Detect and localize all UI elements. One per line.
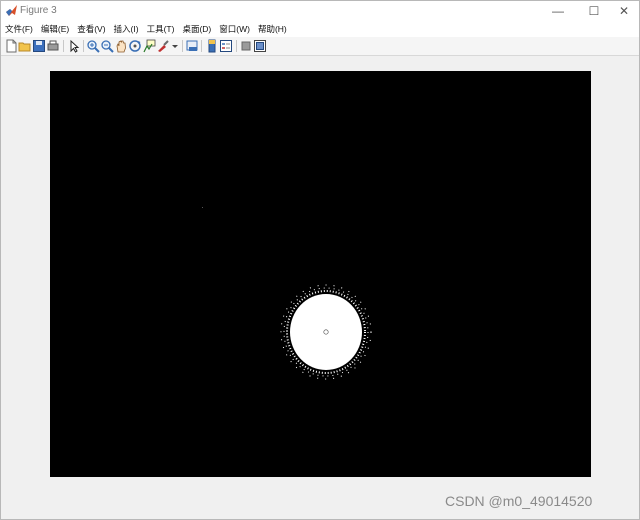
figure-window: Figure 3 — ☐ ✕ 文件(F) 编辑(E) 查看(V) 插入(I) 工…	[0, 0, 640, 520]
minimize-button[interactable]: —	[541, 1, 575, 21]
watermark: CSDN @m0_49014520	[445, 493, 593, 509]
menu-bar: 文件(F) 编辑(E) 查看(V) 插入(I) 工具(T) 桌面(D) 窗口(W…	[1, 21, 639, 37]
close-icon: ✕	[618, 4, 630, 18]
new-figure-icon[interactable]	[4, 39, 18, 53]
menu-edit[interactable]: 编辑(E)	[37, 21, 73, 37]
title-bar[interactable]: Figure 3 — ☐ ✕	[1, 1, 639, 21]
zoom-out-icon[interactable]	[100, 39, 114, 53]
hide-plot-tools-icon[interactable]	[239, 39, 253, 53]
stray-pixel	[202, 207, 203, 208]
pointer-icon[interactable]	[67, 39, 81, 53]
image-axes[interactable]	[50, 71, 591, 477]
menu-help[interactable]: 帮助(H)	[254, 21, 291, 37]
toolbar-separator	[83, 40, 84, 52]
figure-canvas	[1, 56, 639, 519]
zoom-in-icon[interactable]	[86, 39, 100, 53]
menu-desktop[interactable]: 桌面(D)	[178, 21, 215, 37]
toolbar-separator	[63, 40, 64, 52]
toolbar-separator	[201, 40, 202, 52]
maximize-button[interactable]: ☐	[577, 1, 611, 21]
chevron-down-icon[interactable]	[170, 39, 180, 53]
brush-icon[interactable]	[156, 39, 170, 53]
white-blob	[280, 284, 372, 380]
window-title: Figure 3	[20, 5, 57, 16]
matlab-icon	[6, 5, 17, 16]
menu-file[interactable]: 文件(F)	[1, 21, 37, 37]
menu-window[interactable]: 窗口(W)	[215, 21, 254, 37]
print-icon[interactable]	[46, 39, 60, 53]
menu-view[interactable]: 查看(V)	[73, 21, 109, 37]
minimize-icon: —	[552, 4, 564, 18]
save-icon[interactable]	[32, 39, 46, 53]
data-cursor-icon[interactable]	[142, 39, 156, 53]
link-plot-icon[interactable]	[185, 39, 199, 53]
toolbar-separator	[236, 40, 237, 52]
menu-insert[interactable]: 插入(I)	[110, 21, 143, 37]
show-plot-tools-icon[interactable]	[253, 39, 267, 53]
insert-colorbar-icon[interactable]	[205, 39, 219, 53]
menu-tools[interactable]: 工具(T)	[143, 21, 179, 37]
figure-toolbar	[1, 37, 639, 56]
insert-legend-icon[interactable]	[219, 39, 233, 53]
pan-icon[interactable]	[114, 39, 128, 53]
close-button[interactable]: ✕	[607, 1, 640, 21]
open-file-icon[interactable]	[18, 39, 32, 53]
toolbar-separator	[182, 40, 183, 52]
maximize-icon: ☐	[588, 4, 600, 18]
rotate-icon[interactable]	[128, 39, 142, 53]
binary-image	[202, 207, 372, 380]
